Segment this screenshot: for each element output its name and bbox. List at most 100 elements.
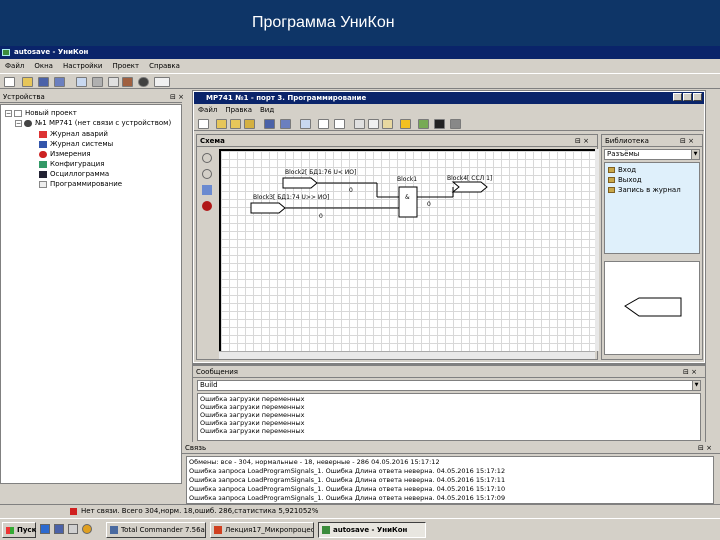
save-all-icon[interactable] [54,77,65,87]
copy-icon[interactable] [368,119,379,129]
tree-item-measurements[interactable]: Измерения [39,149,91,159]
close-button[interactable] [693,93,702,101]
messages-panel-title: Сообщения [196,368,239,376]
library-item-input[interactable]: Вход [608,165,636,175]
link-log-line: Ошибка запроса LoadProgramSignals_1. Оши… [189,476,506,484]
redo-icon[interactable] [334,119,345,129]
tree-item-alarm-log[interactable]: Журнал аварий [39,129,108,139]
run-icon[interactable] [434,119,445,129]
zoom-out-icon[interactable] [202,169,212,179]
messages-list: Ошибка загрузки переменных Ошибка загруз… [197,393,701,441]
menu-file[interactable]: Файл [0,60,29,72]
minimize-button[interactable] [673,93,682,101]
start-button[interactable]: Пуск [2,522,36,538]
messages-source-select[interactable]: Build ▼ [197,380,701,391]
chevron-down-icon[interactable]: ▼ [691,150,699,159]
connect-icon[interactable] [138,77,149,87]
pin-icon[interactable]: ⊟ × [680,135,694,147]
open-folder-icon[interactable] [22,77,33,87]
quick-launch-icon[interactable] [82,524,92,534]
save-icon[interactable] [264,119,275,129]
message-line: Ошибка загрузки переменных [200,427,305,435]
menu-project[interactable]: Проект [108,60,145,72]
undo-icon[interactable] [318,119,329,129]
stop-icon[interactable] [450,119,461,129]
tree-item-label: Журнал аварий [50,130,108,138]
help-icon[interactable] [400,119,411,129]
maximize-button[interactable] [683,93,692,101]
connector-icon [608,187,615,193]
new-icon[interactable] [198,119,209,129]
block3-label: Block3[ БД1:74 U>> ИО] [253,194,330,201]
folder-icon[interactable] [244,119,255,129]
print-icon[interactable] [300,119,311,129]
main-toolbar [0,73,720,89]
child-menu-view[interactable]: Вид [256,105,278,116]
tree-device[interactable]: − №1 МР741 (нет связи с устройством) [15,118,171,128]
tree-item-system-log[interactable]: Журнал системы [39,139,113,149]
task-total-commander[interactable]: Total Commander 7.56a -... [106,522,206,538]
programming-window-titlebar: МР741 №1 - порт 3. Программирование [194,92,704,104]
quick-launch-icon[interactable] [40,524,50,534]
programming-window-title: МР741 №1 - порт 3. Программирование [206,94,367,102]
configuration-icon [39,160,47,168]
scheme-panel-title: Схема [200,137,225,145]
paste-icon[interactable] [382,119,393,129]
zoom-in-icon[interactable] [202,153,212,163]
chevron-down-icon[interactable]: ▼ [692,381,700,390]
menu-windows[interactable]: Окна [29,60,58,72]
device-icon[interactable] [92,77,103,87]
new-file-icon[interactable] [4,77,15,87]
collapse-icon[interactable]: − [15,119,22,127]
no-link-icon [70,507,77,515]
wire-icon[interactable] [202,185,212,195]
block1-label: Block1 [397,176,418,183]
quick-launch-save-icon[interactable] [54,524,64,534]
tree-item-programming[interactable]: Программирование [39,179,122,189]
message-line: Ошибка загрузки переменных [200,395,305,403]
tools-icon[interactable] [122,77,133,87]
child-menu-edit[interactable]: Правка [221,105,256,116]
status-text: Нет связи. Всего 304,норм. 18,ошиб. 286,… [81,507,319,515]
powerpoint-icon [214,526,222,534]
child-menu-file[interactable]: Файл [194,105,221,116]
pin-icon[interactable]: ⊟ × [683,366,697,378]
scheme-vertical-scrollbar[interactable] [595,149,599,351]
collapse-icon[interactable]: − [5,109,12,117]
quick-launch-icon[interactable] [68,524,78,534]
library-item-label: Выход [618,176,642,184]
view-dropdown-icon[interactable] [154,77,170,87]
library-item-output[interactable]: Выход [608,175,642,185]
menu-settings[interactable]: Настройки [58,60,108,72]
menu-help[interactable]: Справка [144,60,185,72]
settings-icon[interactable] [108,77,119,87]
print-icon[interactable] [76,77,87,87]
open-icon[interactable] [216,119,227,129]
status-bar: Нет связи. Всего 304,норм. 18,ошиб. 286,… [0,504,720,516]
delete-icon[interactable] [202,201,212,211]
pin-icon[interactable]: ⊟ × [575,135,589,147]
pin-icon[interactable]: ⊟ × [170,91,184,103]
cut-icon[interactable] [354,119,365,129]
pin-icon[interactable]: ⊟ × [698,442,712,454]
scheme-canvas[interactable]: Block2[ БД1:76 U< ИО] Block3[ БД1:74 U>>… [219,149,595,351]
compile-icon[interactable] [418,119,429,129]
app-icon [2,49,10,56]
block3-input[interactable] [250,202,286,214]
block4-output[interactable] [451,181,488,193]
save-all-icon[interactable] [280,119,291,129]
tree-item-configuration[interactable]: Конфигурация [39,159,104,169]
tree-item-label: Журнал системы [50,140,114,148]
task-lecture[interactable]: Лекция17_Микропроцес... [210,522,314,538]
scheme-horizontal-scrollbar[interactable] [219,351,595,359]
tree-root[interactable]: − Новый проект [5,108,77,118]
project-icon [14,109,22,117]
tree-item-oscillogram[interactable]: Осциллограмма [39,169,109,179]
block1-and-gate[interactable] [398,186,418,218]
save-icon[interactable] [38,77,49,87]
task-unikon[interactable]: autosave - УниКон [318,522,426,538]
block2-input[interactable] [282,177,318,189]
open-folder-icon[interactable] [230,119,241,129]
library-category-select[interactable]: Разъёмы ▼ [604,149,700,160]
library-item-log-write[interactable]: Запись в журнал [608,185,681,195]
